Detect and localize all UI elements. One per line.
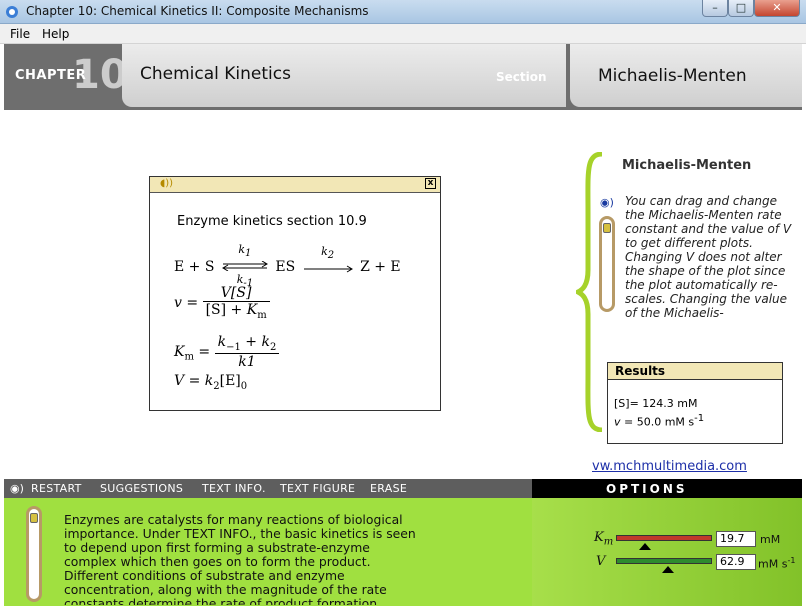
side-description: You can drag and change the Michaelis-Me… [625, 194, 792, 320]
side-title: Michaelis-Menten [622, 158, 752, 173]
speaker-icon[interactable]: ◖)) [160, 178, 173, 189]
close-button[interactable]: ✕ [754, 0, 800, 17]
complex: ES [275, 259, 296, 276]
chapter-number: 10 [72, 52, 128, 98]
text-info-button[interactable]: TEXT INFO. [202, 482, 266, 495]
reactants: E + S [174, 259, 215, 276]
chapter-title: Chemical Kinetics [140, 64, 291, 84]
double-arrow-icon [221, 260, 268, 272]
speaker-icon-toolbar[interactable]: ◉) [10, 482, 24, 495]
results-title: Results [608, 363, 782, 380]
scroll-thumb[interactable] [30, 513, 38, 523]
description-panel: Enzymes are catalysts for many reactions… [4, 498, 532, 606]
vmax-equation: V = k2[E]0 [174, 373, 248, 392]
section-label: Section [496, 70, 547, 84]
rate-equation: v = V[S] [S] + Km [174, 285, 270, 321]
restart-button[interactable]: RESTART [31, 482, 82, 495]
website-link[interactable]: vw.mchmultimedia.com [592, 459, 747, 474]
products: Z + E [360, 259, 401, 276]
title-bar: Chapter 10: Chemical Kinetics II: Compos… [0, 0, 806, 24]
options-bar: OPTIONS [532, 479, 802, 498]
v-slider-thumb[interactable] [661, 566, 674, 573]
suggestions-button[interactable]: SUGGESTIONS [100, 482, 183, 495]
window-title: Chapter 10: Chemical Kinetics II: Compos… [26, 4, 369, 18]
scroll-thumb[interactable] [603, 223, 611, 233]
v-unit: mM s-1 [758, 556, 796, 571]
side-scrollbar[interactable] [599, 216, 615, 312]
results-panel: Results [S]= 124.3 mM v = 50.0 mM s-1 [607, 362, 783, 444]
km-unit: mM [760, 533, 781, 546]
maximize-button[interactable]: □ [728, 0, 754, 17]
menu-bar: File Help [0, 24, 806, 44]
forward-arrow: k2 [302, 246, 354, 287]
v-label: V [596, 554, 606, 569]
km-slider-track[interactable] [616, 535, 712, 541]
options-label: OPTIONS [606, 482, 688, 496]
minimize-button[interactable]: – [702, 0, 728, 17]
text-figure-button[interactable]: TEXT FIGURE [280, 482, 355, 495]
chapter-header: CHAPTER 10 Chemical Kinetics Section Mic… [4, 44, 802, 110]
v-slider-track[interactable] [616, 558, 712, 564]
menu-file[interactable]: File [10, 27, 30, 41]
close-panel-icon[interactable]: x [425, 178, 436, 189]
km-label: Km [594, 530, 614, 548]
reaction-scheme: E + S k1 k-1 ES k2 Z + E [174, 244, 401, 289]
km-slider-thumb[interactable] [638, 543, 651, 550]
description-scrollbar[interactable] [26, 506, 42, 602]
v-value-field[interactable]: 62.9 [716, 554, 756, 570]
equilibrium-arrows: k1 k-1 [221, 244, 269, 289]
equation-panel: ◖)) x Enzyme kinetics section 10.9 E + S… [149, 176, 441, 411]
substrate-result: [S]= 124.3 mM [614, 397, 698, 410]
bottom-toolbar: ◉) RESTART SUGGESTIONS TEXT INFO. TEXT F… [4, 479, 532, 498]
km-equation: Km = k−1 + k2 k1 [174, 334, 280, 370]
app-icon [6, 6, 18, 18]
km-value-field[interactable]: 19.7 [716, 531, 756, 547]
velocity-result: v = 50.0 mM s-1 [614, 413, 705, 429]
equation-heading: Enzyme kinetics section 10.9 [177, 214, 367, 229]
section-topic: Michaelis-Menten [598, 66, 747, 86]
speaker-icon-side[interactable]: ◉) [600, 196, 614, 209]
options-panel: Km 19.7 mM V 62.9 mM s-1 [532, 498, 802, 606]
arrow-right-icon [303, 265, 353, 273]
description-text: Enzymes are catalysts for many reactions… [64, 513, 416, 605]
menu-help[interactable]: Help [42, 27, 69, 41]
equation-panel-bar[interactable]: ◖)) x [150, 177, 440, 193]
erase-button[interactable]: ERASE [370, 482, 407, 495]
